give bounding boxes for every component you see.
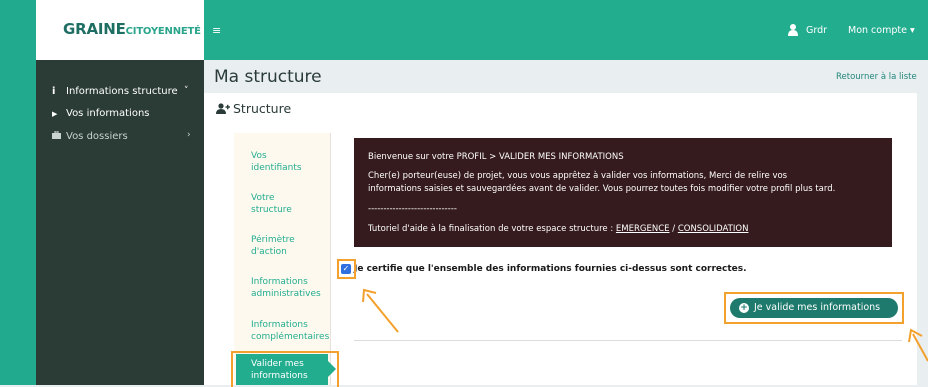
- notice-title: Bienvenue sur votre PROFIL > VALIDER MES…: [368, 152, 624, 162]
- user-plus-icon: [216, 103, 230, 114]
- user-name[interactable]: Grdr: [806, 25, 827, 36]
- chevron-down-icon[interactable]: ˅: [184, 86, 189, 96]
- tabs-divider: [330, 133, 331, 385]
- notice-tutorial: Tutoriel d'aide à la finalisation de vot…: [368, 224, 748, 234]
- tab-perimetre-action[interactable]: Périmètre d'action: [251, 234, 311, 258]
- tutorial-prefix: Tutoriel d'aide à la finalisation de vot…: [368, 224, 616, 234]
- tab-vos-identifiants[interactable]: Vos identifiants: [251, 150, 311, 174]
- info-icon: i: [52, 86, 56, 97]
- sidebar-item-informations-structure[interactable]: i Informations structure: [52, 86, 178, 97]
- tab-informations-complementaires[interactable]: Informations complémentaires: [251, 319, 335, 343]
- highlight-validate-button: [724, 292, 904, 324]
- highlight-checkbox: [337, 259, 356, 279]
- logo-main: GRAINE: [63, 20, 126, 38]
- user-icon: [788, 24, 798, 36]
- logo-area[interactable]: GRAINECITOYENNETÉ: [36, 0, 204, 60]
- sidebar-item-label: Informations structure: [66, 86, 178, 97]
- logo: GRAINECITOYENNETÉ: [63, 20, 201, 38]
- sidebar-item-vos-informations[interactable]: ▶ Vos informations: [52, 108, 150, 119]
- notice-text-2: informations saisies et sauvegardées ava…: [368, 184, 836, 194]
- notice-text-1: Cher(e) porteur(euse) de projet, vous vo…: [368, 171, 788, 181]
- left-frame-strip: [0, 0, 36, 385]
- consolidation-link[interactable]: CONSOLIDATION: [678, 224, 749, 234]
- briefcase-icon: [52, 130, 66, 142]
- notice-separator: -----------------------------: [368, 204, 457, 214]
- panel-title: Structure: [233, 101, 292, 116]
- link-separator: /: [669, 224, 678, 234]
- sidebar-item-vos-dossiers[interactable]: Vos dossiers: [52, 130, 128, 142]
- page-title: Ma structure: [214, 67, 322, 87]
- certify-label[interactable]: Je certifie que l'ensemble des informati…: [354, 264, 747, 274]
- tab-informations-administratives[interactable]: Informations administratives: [251, 276, 329, 300]
- emergence-link[interactable]: EMERGENCE: [616, 224, 670, 234]
- welcome-notice: Bienvenue sur votre PROFIL > VALIDER MES…: [354, 138, 892, 247]
- menu-icon[interactable]: ≡: [212, 24, 221, 37]
- sidebar-item-label: Vos dossiers: [66, 131, 128, 142]
- caret-right-icon: ▶: [52, 110, 58, 118]
- tab-votre-structure[interactable]: Votre structure: [251, 192, 301, 216]
- back-to-list-link[interactable]: Retourner à la liste: [836, 72, 917, 82]
- highlight-active-tab: [231, 351, 339, 387]
- chevron-right-icon[interactable]: ›: [187, 130, 191, 140]
- logo-sub: CITOYENNETÉ: [125, 26, 201, 37]
- sidebar-item-label: Vos informations: [66, 108, 150, 119]
- divider: [354, 340, 902, 341]
- account-menu[interactable]: Mon compte ▾: [848, 25, 915, 36]
